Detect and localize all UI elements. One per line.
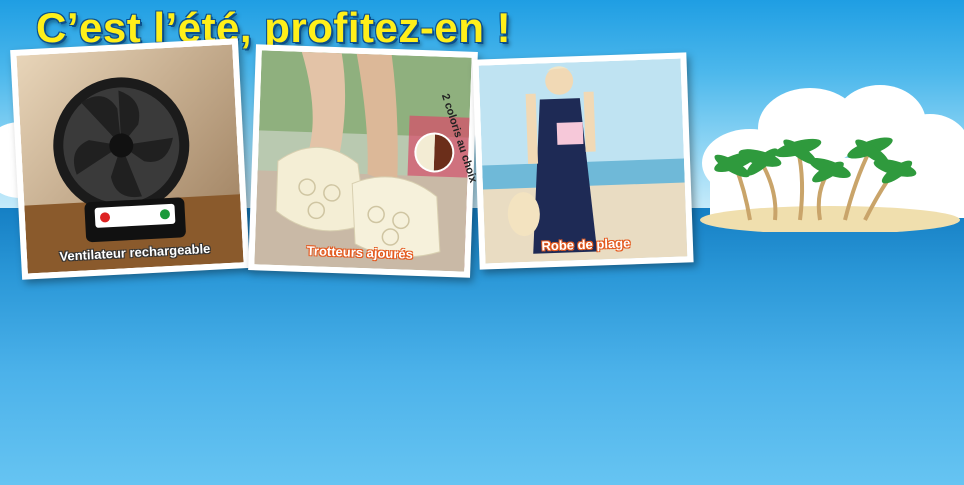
fan-image xyxy=(16,44,244,274)
color-swatch-icon xyxy=(414,132,455,173)
product-card-shoes[interactable]: 2 coloris au choix Trotteurs ajourés xyxy=(248,44,479,278)
palm-island-image xyxy=(700,137,960,232)
product-card-dress[interactable]: Robe de plage xyxy=(472,52,694,270)
product-card-fan[interactable]: Ventilateur rechargeable xyxy=(10,38,250,280)
dress-image xyxy=(478,58,688,264)
